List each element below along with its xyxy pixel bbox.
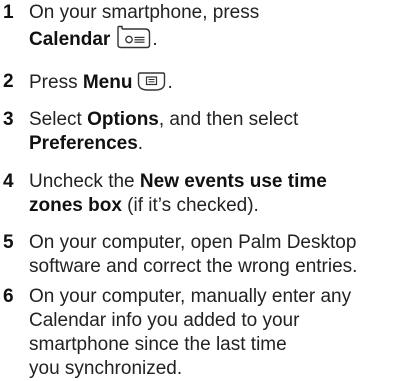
step-line: Preferences. [29,133,144,154]
preferences-label: Preferences [29,133,138,154]
setting-label: New events use time [139,171,327,192]
step-punctuation: . [167,72,173,93]
step-line: On your computer, manually enter any [29,286,352,307]
step-line: software and correct the wrong entries. [29,256,358,277]
options-label: Options [87,109,159,130]
step-line: Press Menu . [29,70,173,93]
step-number: 2 [3,71,14,92]
step-punctuation: . [152,29,158,50]
menu-label: Menu [82,72,133,93]
step-line: Select Options, and then select [29,109,299,130]
step-text: On your smartphone, press Calendar . [29,1,411,52]
step-line: Calendar info you added to your [29,310,300,331]
step-line: smartphone since the last time [29,334,287,355]
calendar-label: Calendar [29,29,111,50]
step-line: Uncheck the New events use time [29,171,327,192]
step-text: Press Menu . [29,70,411,95]
setting-label: zones box [29,195,122,216]
step-text: Select Options, and then select Preferen… [29,108,411,156]
step-number: 3 [3,109,14,130]
step-line: On your computer, open Palm Desktop [29,232,357,253]
step-line: Calendar . [29,25,411,52]
step-number: 6 [3,286,14,307]
step-text: Uncheck the New events use time zones bo… [29,170,411,218]
calendar-button-icon [115,25,151,49]
instruction-steps: 1 On your smartphone, press Calendar . 2… [0,0,412,380]
step-line: you synchronized. [29,358,183,379]
step-number: 4 [3,171,14,192]
step-text: On your computer, manually enter any Cal… [29,285,411,381]
step-number: 5 [3,232,14,253]
step-text: On your computer, open Palm Desktop soft… [29,231,411,279]
menu-button-icon [137,70,166,92]
step-line: zones box (if it’s checked). [29,195,259,216]
step-line: On your smartphone, press [29,2,260,23]
step-number: 1 [3,2,14,23]
